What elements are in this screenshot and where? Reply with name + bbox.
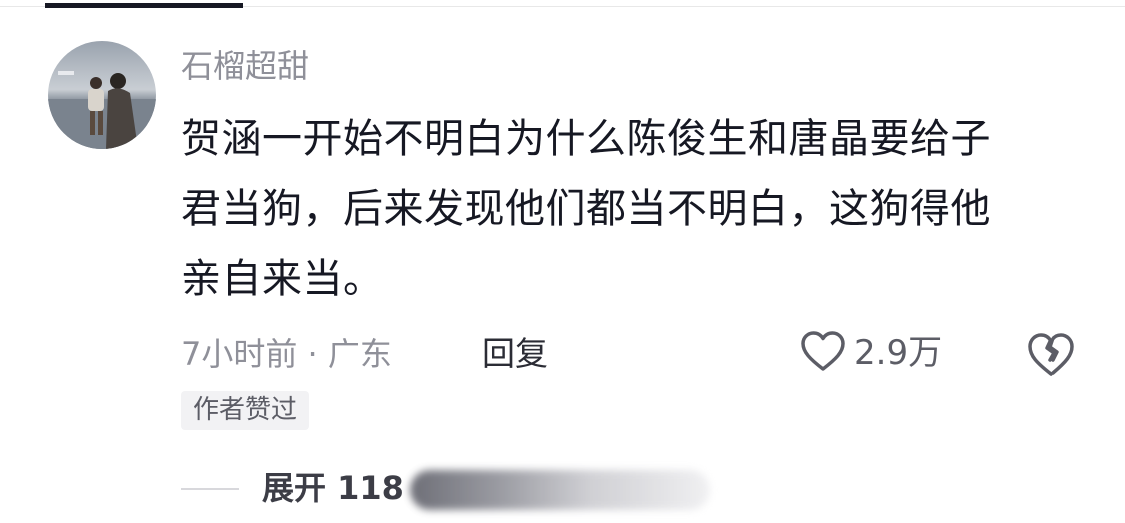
- comment-username[interactable]: 石榴超甜: [181, 44, 309, 88]
- comment-time-location: 7小时前 · 广东: [181, 335, 392, 373]
- like-button[interactable]: 2.9万: [800, 328, 942, 378]
- like-count: 2.9万: [854, 333, 943, 373]
- dislike-button[interactable]: [1026, 329, 1076, 379]
- blurred-overlay: [410, 470, 710, 510]
- comment-body: 贺涵一开始不明白为什么陈俊生和唐晶要给子 君当狗，后来发现他们都当不明白，这狗得…: [181, 104, 1081, 314]
- broken-heart-icon: [1026, 333, 1076, 383]
- comment-line: 君当狗，后来发现他们都当不明白，这狗得他: [181, 186, 991, 232]
- comment-line: 亲自来当。: [181, 256, 384, 302]
- comment-line: 贺涵一开始不明白为什么陈俊生和唐晶要给子: [181, 116, 991, 162]
- author-liked-badge: 作者赞过: [181, 391, 310, 430]
- avatar[interactable]: [48, 41, 156, 149]
- heart-outline-icon: [800, 330, 846, 376]
- expand-replies-button[interactable]: 展开 118: [262, 466, 404, 510]
- reply-button[interactable]: 回复: [482, 332, 548, 376]
- expand-divider: [181, 488, 239, 490]
- active-tab-indicator: [45, 3, 243, 8]
